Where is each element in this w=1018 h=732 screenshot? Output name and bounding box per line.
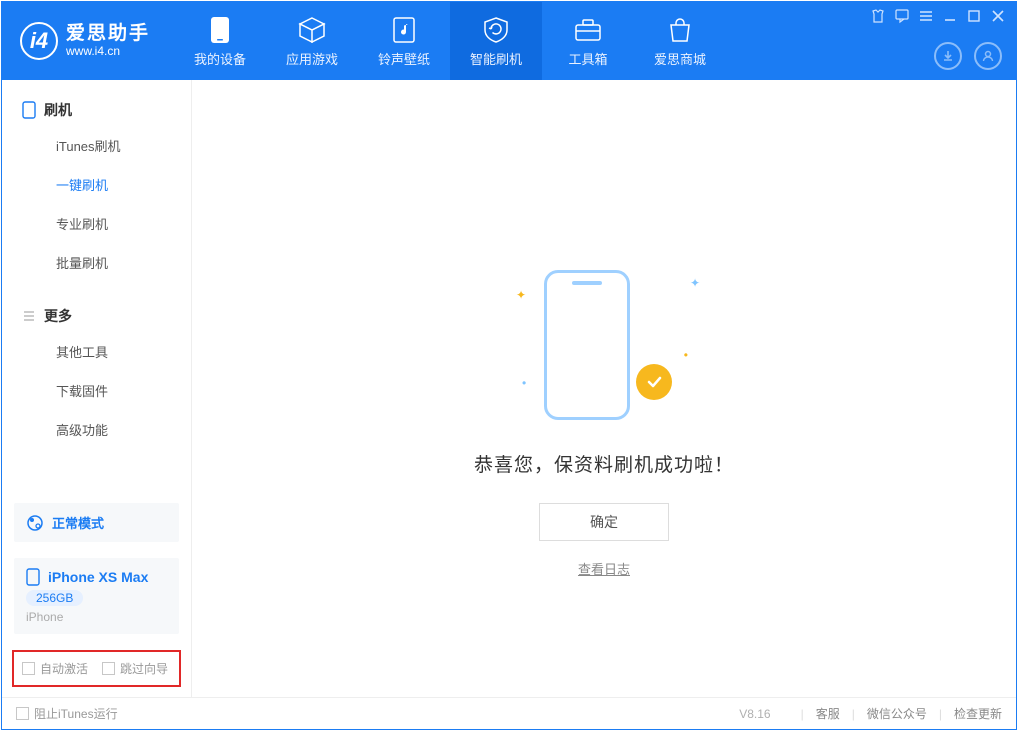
- version-label: V8.16: [739, 707, 770, 721]
- logo-icon: i4: [20, 22, 58, 60]
- device-small-icon: [26, 568, 40, 586]
- window-controls: [870, 8, 1006, 24]
- nav-toolbox[interactable]: 工具箱: [542, 2, 634, 80]
- device-name: iPhone XS Max: [48, 569, 148, 585]
- sidebar-item-download-firmware[interactable]: 下载固件: [2, 371, 191, 410]
- sparkle-icon: ✦: [516, 288, 526, 302]
- device-icon: [205, 15, 235, 45]
- sparkle-icon: ✦: [690, 276, 700, 290]
- music-file-icon: [389, 15, 419, 45]
- nav-my-device[interactable]: 我的设备: [174, 2, 266, 80]
- success-headline: 恭喜您，保资料刷机成功啦！: [474, 450, 734, 477]
- toolbox-icon: [573, 15, 603, 45]
- device-storage-badge: 256GB: [26, 590, 83, 606]
- device-mode-card[interactable]: 正常模式: [14, 503, 179, 542]
- maximize-button[interactable]: [966, 8, 982, 24]
- sidebar-group-flash: 刷机: [2, 94, 191, 126]
- view-log-link[interactable]: 查看日志: [578, 559, 630, 578]
- footer-wechat-link[interactable]: 微信公众号: [867, 705, 927, 722]
- device-type: iPhone: [26, 610, 167, 624]
- footer-support-link[interactable]: 客服: [816, 705, 840, 722]
- sidebar-item-batch-flash[interactable]: 批量刷机: [2, 243, 191, 282]
- nav-ringtone[interactable]: 铃声壁纸: [358, 2, 450, 80]
- logo[interactable]: i4 爱思助手 www.i4.cn: [2, 2, 168, 80]
- sidebar-group-more: 更多: [2, 300, 191, 332]
- download-icon[interactable]: [934, 42, 962, 70]
- body: 刷机 iTunes刷机 一键刷机 专业刷机 批量刷机 更多 其他工具 下载固件 …: [2, 80, 1016, 697]
- minimize-button[interactable]: [942, 8, 958, 24]
- sidebar-item-advanced[interactable]: 高级功能: [2, 410, 191, 449]
- nav-apps[interactable]: 应用游戏: [266, 2, 358, 80]
- nav-store[interactable]: 爱思商城: [634, 2, 726, 80]
- app-url: www.i4.cn: [66, 45, 150, 58]
- checkbox-block-itunes[interactable]: 阻止iTunes运行: [16, 705, 118, 722]
- checkbox-auto-activate[interactable]: 自动激活: [22, 660, 88, 677]
- check-badge-icon: [636, 364, 672, 400]
- flash-options-highlight: 自动激活 跳过向导: [12, 650, 181, 687]
- cube-icon: [297, 15, 327, 45]
- sparkle-icon: •: [684, 348, 688, 362]
- user-icon[interactable]: [974, 42, 1002, 70]
- app-window: i4 爱思助手 www.i4.cn 我的设备 应用游戏 铃声壁纸 智能刷机: [1, 1, 1017, 730]
- checkbox-skip-guide[interactable]: 跳过向导: [102, 660, 168, 677]
- sidebar: 刷机 iTunes刷机 一键刷机 专业刷机 批量刷机 更多 其他工具 下载固件 …: [2, 80, 192, 697]
- phone-outline-icon: [544, 270, 630, 420]
- titlebar: i4 爱思助手 www.i4.cn 我的设备 应用游戏 铃声壁纸 智能刷机: [2, 2, 1016, 80]
- mode-icon: [26, 514, 44, 532]
- menu-icon[interactable]: [918, 8, 934, 24]
- success-illustration: ✦ ✦ • •: [544, 270, 664, 420]
- sidebar-item-pro-flash[interactable]: 专业刷机: [2, 204, 191, 243]
- feedback-icon[interactable]: [894, 8, 910, 24]
- sidebar-item-itunes-flash[interactable]: iTunes刷机: [2, 126, 191, 165]
- bag-icon: [665, 15, 695, 45]
- ok-button[interactable]: 确定: [539, 503, 669, 541]
- nav-flash[interactable]: 智能刷机: [450, 2, 542, 80]
- device-mode-label: 正常模式: [52, 513, 104, 532]
- sidebar-item-oneclick-flash[interactable]: 一键刷机: [2, 165, 191, 204]
- phone-icon: [22, 101, 36, 119]
- list-icon: [22, 309, 36, 323]
- refresh-shield-icon: [481, 15, 511, 45]
- app-name: 爱思助手: [66, 24, 150, 45]
- shirt-icon[interactable]: [870, 8, 886, 24]
- top-nav: 我的设备 应用游戏 铃声壁纸 智能刷机 工具箱 爱思商城: [174, 2, 726, 80]
- close-button[interactable]: [990, 8, 1006, 24]
- device-info-card[interactable]: iPhone XS Max 256GB iPhone: [14, 558, 179, 634]
- statusbar: 阻止iTunes运行 V8.16 | 客服 | 微信公众号 | 检查更新: [2, 697, 1016, 729]
- main-panel: ✦ ✦ • • 恭喜您，保资料刷机成功啦！ 确定 查看日志: [192, 80, 1016, 697]
- sparkle-icon: •: [522, 376, 526, 390]
- sidebar-item-other-tools[interactable]: 其他工具: [2, 332, 191, 371]
- footer-check-update-link[interactable]: 检查更新: [954, 705, 1002, 722]
